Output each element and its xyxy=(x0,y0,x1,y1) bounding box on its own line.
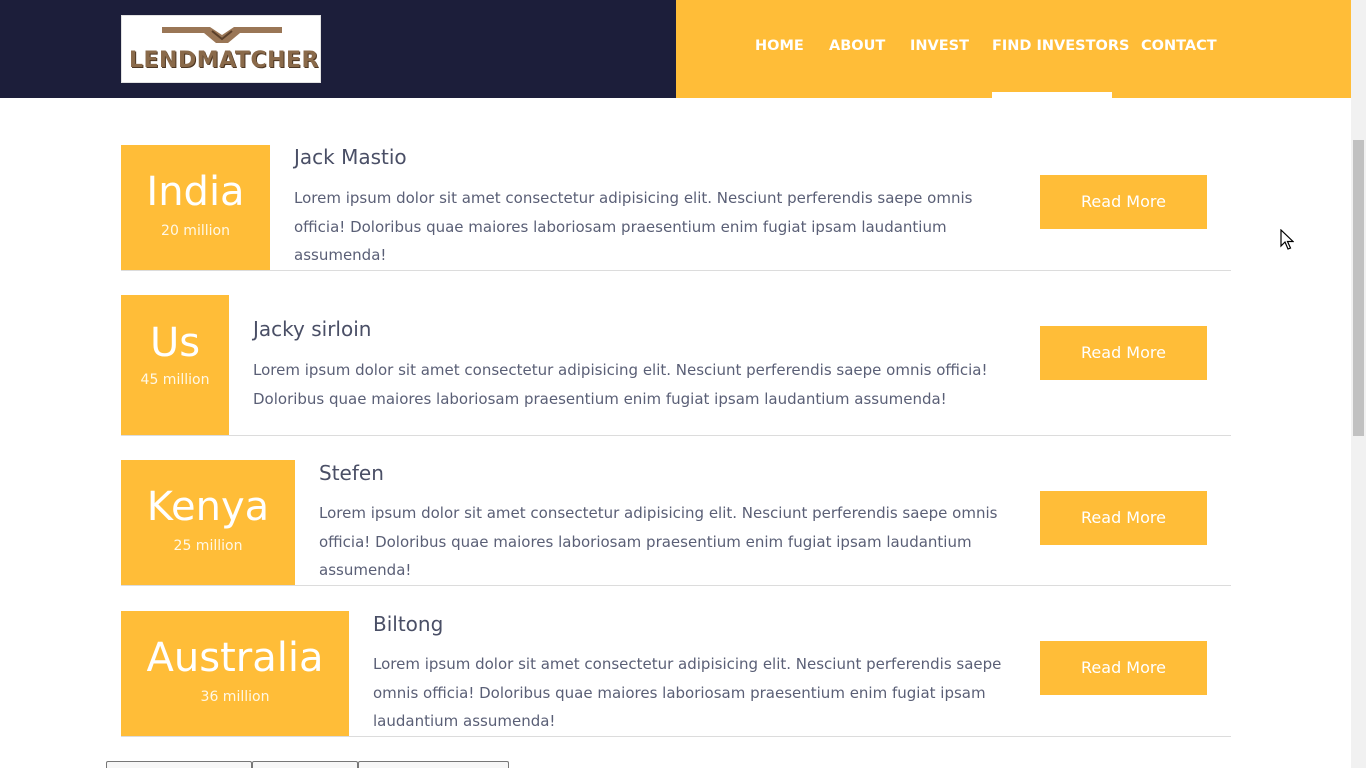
country-badge: Kenya 25 million xyxy=(121,460,295,585)
nav-invest[interactable]: INVEST xyxy=(910,38,969,54)
site-header: LENDMATCHER HOME ABOUT INVEST FIND INVES… xyxy=(0,0,1351,98)
investor-row: Kenya 25 million Stefen Lorem ipsum dolo… xyxy=(121,460,1231,586)
country-population: 45 million xyxy=(140,372,210,388)
investor-description: Lorem ipsum dolor sit amet consectetur a… xyxy=(253,361,988,408)
read-more-button[interactable]: Read More xyxy=(1040,175,1207,229)
country-badge: India 20 million xyxy=(121,145,270,270)
investor-description: Lorem ipsum dolor sit amet consectetur a… xyxy=(294,189,973,264)
country-name: Us xyxy=(149,320,201,366)
nav-active-indicator xyxy=(992,92,1112,98)
investor-description: Lorem ipsum dolor sit amet consectetur a… xyxy=(319,504,998,579)
country-name: India xyxy=(146,169,245,215)
site-logo[interactable]: LENDMATCHER xyxy=(121,15,321,83)
country-population: 25 million xyxy=(173,538,243,554)
country-badge: Us 45 million xyxy=(121,295,229,435)
country-name: Kenya xyxy=(146,484,270,530)
read-more-button[interactable]: Read More xyxy=(1040,641,1207,695)
bottom-tab[interactable] xyxy=(106,761,252,768)
investor-name: Jack Mastio xyxy=(294,145,407,169)
country-name: Australia xyxy=(146,635,324,681)
handshake-icon xyxy=(162,27,282,43)
country-population: 20 million xyxy=(161,223,230,239)
nav-home[interactable]: HOME xyxy=(755,38,804,54)
investor-row: Australia 36 million Biltong Lorem ipsum… xyxy=(121,611,1231,737)
header-dark-panel xyxy=(0,0,676,98)
investor-name: Biltong xyxy=(373,612,444,636)
read-more-button[interactable]: Read More xyxy=(1040,491,1207,545)
investor-row: Us 45 million Jacky sirloin Lorem ipsum … xyxy=(121,295,1231,436)
nav-about[interactable]: ABOUT xyxy=(829,38,885,54)
read-more-button[interactable]: Read More xyxy=(1040,326,1207,380)
bottom-tab[interactable] xyxy=(358,761,509,768)
vertical-scrollbar[interactable] xyxy=(1351,0,1366,768)
country-population: 36 million xyxy=(200,689,270,705)
investor-name: Stefen xyxy=(319,461,384,485)
investor-name: Jacky sirloin xyxy=(253,317,372,341)
country-badge: Australia 36 million xyxy=(121,611,349,736)
nav-contact[interactable]: CONTACT xyxy=(1141,38,1217,54)
bottom-tab[interactable] xyxy=(252,761,358,768)
logo-text: LENDMATCHER xyxy=(129,48,319,73)
investor-description: Lorem ipsum dolor sit amet consectetur a… xyxy=(373,655,1002,730)
scrollbar-thumb[interactable] xyxy=(1353,140,1364,436)
mouse-cursor-icon xyxy=(1280,229,1294,250)
nav-find-investors[interactable]: FIND INVESTORS xyxy=(992,38,1129,54)
investor-row: India 20 million Jack Mastio Lorem ipsum… xyxy=(121,145,1231,271)
